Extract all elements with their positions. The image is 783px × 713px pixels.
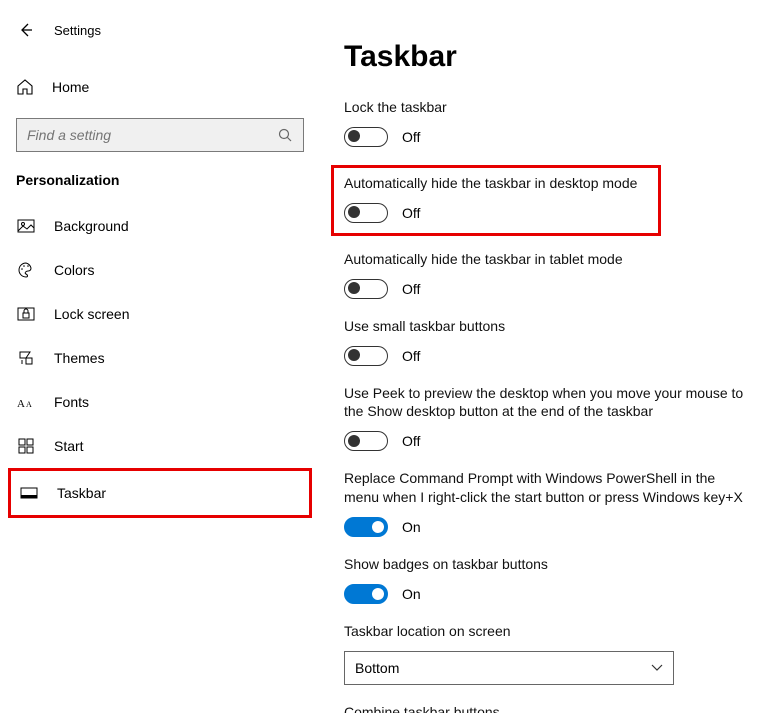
- setting-autohide-tablet: Automatically hide the taskbar in tablet…: [344, 250, 763, 299]
- toggle-state: Off: [402, 205, 420, 221]
- page-title: Taskbar: [344, 40, 763, 74]
- toggle-small-buttons[interactable]: [344, 346, 388, 366]
- sidebar-item-label: Lock screen: [54, 306, 129, 322]
- window-title: Settings: [54, 23, 101, 38]
- toggle-powershell[interactable]: [344, 517, 388, 537]
- setting-peek: Use Peek to preview the desktop when you…: [344, 384, 763, 452]
- svg-text:A: A: [26, 400, 32, 409]
- toggle-state: Off: [402, 348, 420, 364]
- toggle-state: On: [402, 586, 421, 602]
- highlight-sidebar-taskbar: Taskbar: [8, 468, 312, 518]
- lockscreen-icon: [16, 304, 36, 324]
- sidebar-item-taskbar[interactable]: Taskbar: [11, 471, 309, 515]
- search-box[interactable]: [16, 118, 304, 152]
- sidebar-item-label: Taskbar: [57, 485, 106, 501]
- section-label: Personalization: [0, 172, 320, 204]
- svg-text:A: A: [17, 398, 25, 409]
- sidebar-item-label: Background: [54, 218, 129, 234]
- palette-icon: [16, 260, 36, 280]
- sidebar-item-background[interactable]: Background: [0, 204, 320, 248]
- themes-icon: [16, 348, 36, 368]
- setting-badges: Show badges on taskbar buttons On: [344, 555, 763, 604]
- setting-powershell: Replace Command Prompt with Windows Powe…: [344, 469, 763, 537]
- sidebar-item-start[interactable]: Start: [0, 424, 320, 468]
- setting-label: Show badges on taskbar buttons: [344, 555, 763, 574]
- sidebar-item-label: Start: [54, 438, 84, 454]
- arrow-left-icon: [18, 22, 34, 38]
- setting-label: Automatically hide the taskbar in tablet…: [344, 250, 763, 269]
- search-input[interactable]: [27, 127, 277, 143]
- sidebar-item-label: Fonts: [54, 394, 89, 410]
- toggle-badges[interactable]: [344, 584, 388, 604]
- picture-icon: [16, 216, 36, 236]
- main-content: Taskbar Lock the taskbar Off Automatical…: [320, 0, 783, 713]
- toggle-autohide-desktop[interactable]: [344, 203, 388, 223]
- toggle-state: Off: [402, 281, 420, 297]
- back-button[interactable]: [16, 20, 36, 40]
- setting-lock-taskbar: Lock the taskbar Off: [344, 98, 763, 147]
- dropdown-taskbar-location[interactable]: Bottom: [344, 651, 674, 685]
- search-icon: [277, 127, 293, 143]
- toggle-peek[interactable]: [344, 431, 388, 451]
- toggle-autohide-tablet[interactable]: [344, 279, 388, 299]
- setting-combine: Combine taskbar buttons: [344, 703, 763, 713]
- setting-label: Automatically hide the taskbar in deskto…: [344, 174, 648, 193]
- sidebar-item-fonts[interactable]: AA Fonts: [0, 380, 320, 424]
- header-row: Settings: [0, 20, 320, 40]
- setting-label: Lock the taskbar: [344, 98, 763, 117]
- setting-label: Combine taskbar buttons: [344, 703, 763, 713]
- home-icon: [16, 78, 34, 96]
- sidebar-item-themes[interactable]: Themes: [0, 336, 320, 380]
- toggle-lock-taskbar[interactable]: [344, 127, 388, 147]
- highlight-autohide-desktop: Automatically hide the taskbar in deskto…: [331, 165, 661, 236]
- sidebar-item-colors[interactable]: Colors: [0, 248, 320, 292]
- toggle-state: Off: [402, 433, 420, 449]
- sidebar-item-label: Colors: [54, 262, 94, 278]
- home-nav[interactable]: Home: [0, 68, 320, 106]
- setting-label: Taskbar location on screen: [344, 622, 763, 641]
- setting-label: Replace Command Prompt with Windows Powe…: [344, 469, 744, 507]
- toggle-state: On: [402, 519, 421, 535]
- sidebar-item-lockscreen[interactable]: Lock screen: [0, 292, 320, 336]
- setting-label: Use small taskbar buttons: [344, 317, 763, 336]
- toggle-state: Off: [402, 129, 420, 145]
- setting-label: Use Peek to preview the desktop when you…: [344, 384, 744, 422]
- taskbar-icon: [19, 483, 39, 503]
- start-icon: [16, 436, 36, 456]
- sidebar: Settings Home Personalization Background…: [0, 0, 320, 713]
- setting-small-buttons: Use small taskbar buttons Off: [344, 317, 763, 366]
- chevron-down-icon: [651, 664, 663, 672]
- home-label: Home: [52, 79, 89, 95]
- fonts-icon: AA: [16, 392, 36, 412]
- sidebar-item-label: Themes: [54, 350, 105, 366]
- dropdown-value: Bottom: [355, 660, 399, 676]
- setting-location: Taskbar location on screen Bottom: [344, 622, 763, 685]
